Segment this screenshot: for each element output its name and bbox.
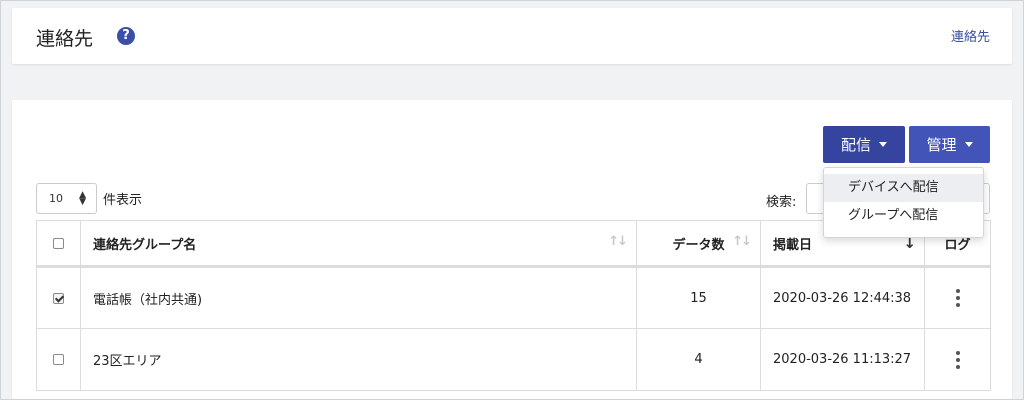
- sort-icon: ↑↓: [732, 234, 752, 249]
- page-length-value: 10: [49, 192, 63, 205]
- breadcrumb[interactable]: 連絡先: [951, 26, 990, 45]
- sort-icon: ↑↓: [608, 234, 628, 249]
- column-header-group-name[interactable]: 連絡先グループ名 ↑↓: [80, 220, 637, 268]
- menu-item-distribute-group[interactable]: グループへ配信: [824, 202, 983, 230]
- more-vertical-icon[interactable]: [955, 350, 960, 369]
- row-checkbox[interactable]: [53, 292, 64, 304]
- page-length-select[interactable]: 10 ▲ ▼: [36, 183, 97, 214]
- row-menu-cell: [924, 328, 991, 391]
- page-header: 連絡先 ? 連絡先: [12, 8, 1012, 64]
- select-all-checkbox[interactable]: [53, 237, 64, 249]
- manage-button-label: 管理: [926, 136, 957, 154]
- column-header-label: ログ: [944, 237, 971, 253]
- table-row[interactable]: 電話帳（社内共通) 15 2020-03-26 12:44:38: [36, 266, 991, 329]
- contacts-panel: 配信 管理 10 ▲ ▼ 件表示 検索: 連絡先グループ名 ↑↓ データ数 ↑↓…: [12, 100, 1012, 400]
- row-check-cell: [36, 266, 81, 329]
- column-header-label: 連絡先グループ名: [93, 237, 197, 253]
- row-check-cell: [36, 328, 81, 391]
- column-header-count[interactable]: データ数 ↑↓: [636, 220, 761, 268]
- group-name-cell: 23区エリア: [80, 328, 637, 391]
- table-row[interactable]: 23区エリア 4 2020-03-26 11:13:27: [36, 328, 991, 391]
- date-cell: 2020-03-26 12:44:38: [760, 266, 925, 329]
- caret-down-icon: [879, 142, 887, 147]
- page-length-label: 件表示: [103, 193, 143, 208]
- date-cell: 2020-03-26 11:13:27: [760, 328, 925, 391]
- help-icon[interactable]: ?: [117, 27, 135, 45]
- manage-button[interactable]: 管理: [909, 126, 990, 163]
- column-header-label: データ数: [672, 237, 725, 253]
- select-all-cell: [36, 220, 81, 268]
- menu-item-distribute-device[interactable]: デバイスへ配信: [824, 174, 983, 202]
- caret-down-icon: [964, 142, 973, 147]
- distribute-button-label: 配信: [840, 136, 871, 154]
- page-title: 連絡先: [36, 28, 94, 50]
- distribute-dropdown-menu: デバイスへ配信 グループへ配信: [823, 167, 984, 238]
- count-cell: 4: [636, 328, 761, 391]
- row-checkbox[interactable]: [53, 354, 64, 365]
- updown-arrows-icon: ▲ ▼: [79, 190, 86, 207]
- distribute-button[interactable]: 配信: [823, 126, 905, 163]
- search-label: 検索:: [766, 195, 797, 210]
- count-cell: 15: [636, 266, 761, 329]
- group-name-cell: 電話帳（社内共通): [80, 266, 637, 329]
- row-menu-cell: [924, 266, 991, 329]
- more-vertical-icon[interactable]: [955, 289, 960, 307]
- contacts-table: 連絡先グループ名 ↑↓ データ数 ↑↓ 掲載日 ↓ ログ 電話帳（社内共通) 1…: [36, 220, 991, 391]
- column-header-label: 掲載日: [773, 237, 813, 253]
